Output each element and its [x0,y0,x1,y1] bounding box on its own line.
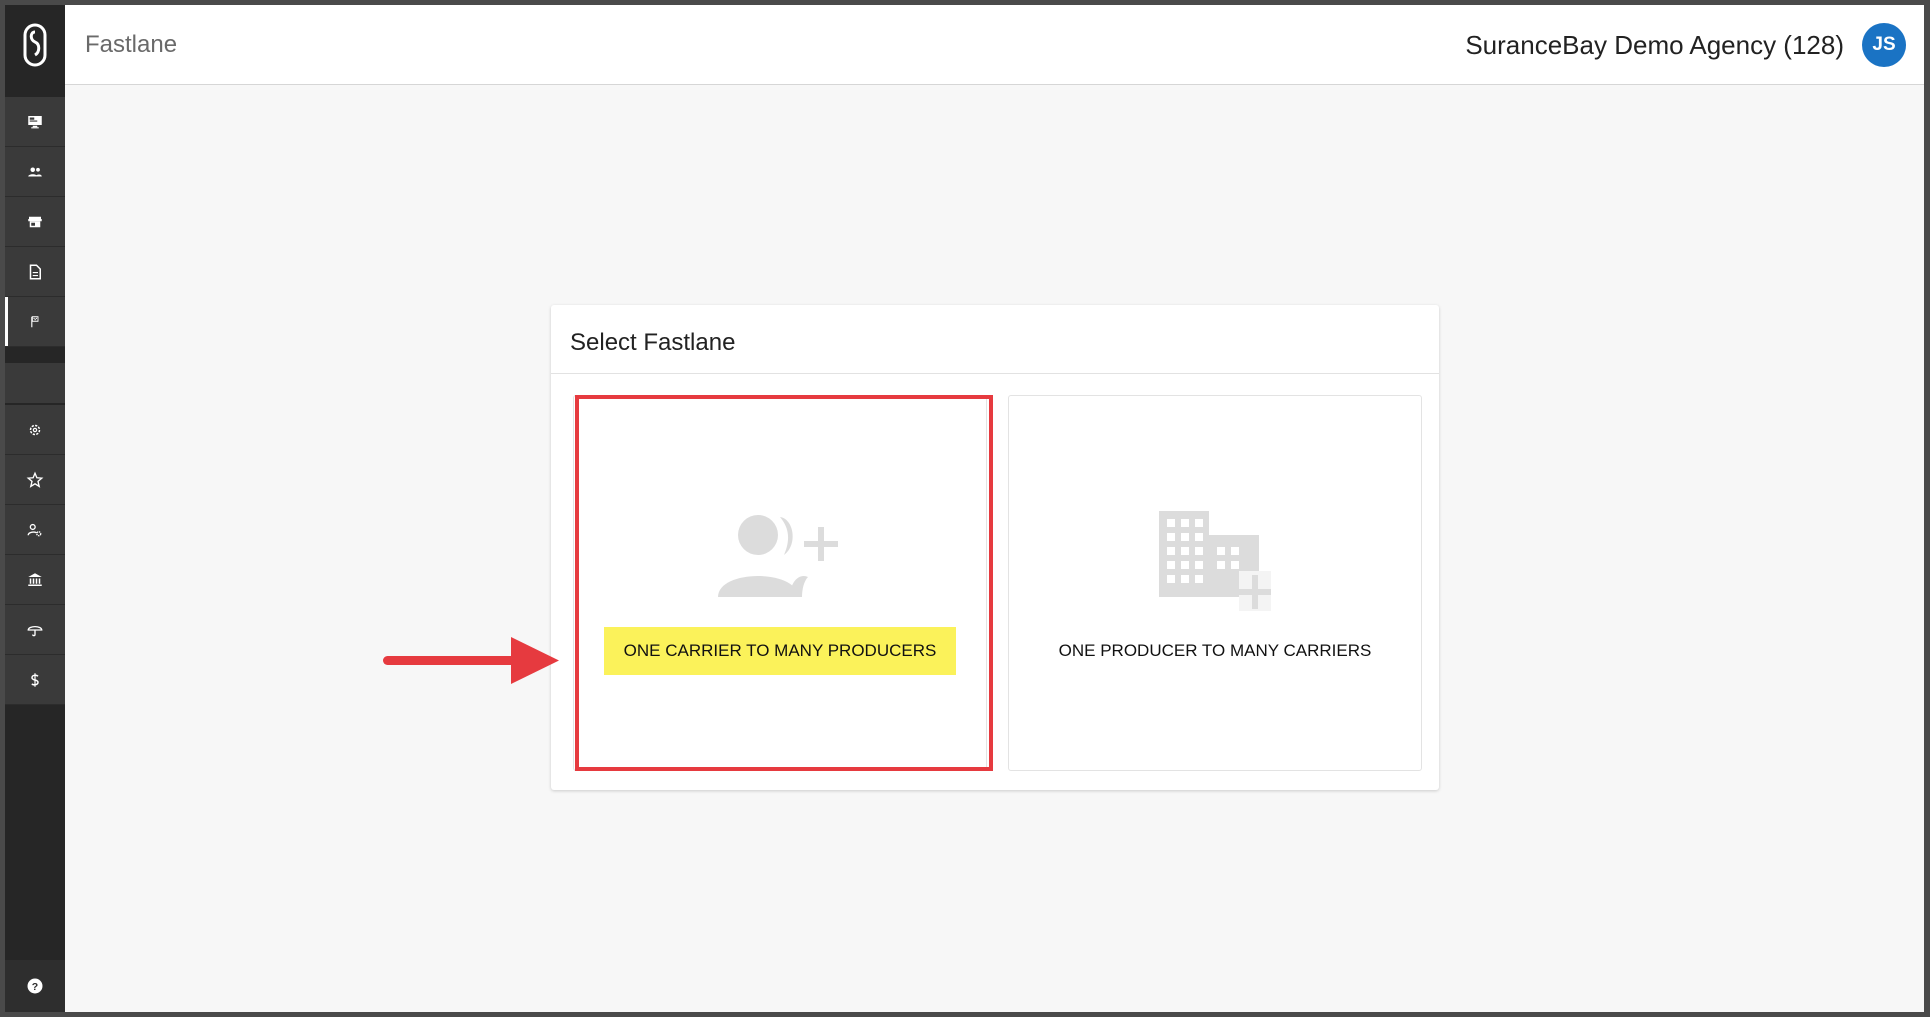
sidebar-item-store[interactable] [5,197,65,247]
agency-name[interactable]: SuranceBay Demo Agency (128) [1465,30,1844,61]
add-building-icon [1159,511,1272,616]
sidebar-nav-bottom [5,405,65,705]
svg-text:?: ? [32,981,38,993]
sidebar-item-documents[interactable] [5,247,65,297]
sidebar: ? [5,5,65,1012]
store-icon [28,216,42,227]
app-logo[interactable] [5,5,65,85]
dollar-icon [31,672,39,687]
sidebar-item-fastlane[interactable] [5,297,65,347]
flag-icon [31,315,39,327]
sidebar-item-user-settings[interactable] [5,505,65,555]
document-icon [29,264,41,279]
option-label-wrap: ONE CARRIER TO MANY PRODUCERS [574,627,986,675]
select-fastlane-card: Select Fastlane ONE CARRIER TO MANY PROD… [551,305,1439,790]
bank-icon [28,572,42,586]
sidebar-item-settings[interactable] [5,405,65,455]
add-people-icon [718,511,842,602]
option-label: ONE CARRIER TO MANY PRODUCERS [603,627,957,675]
avatar[interactable]: JS [1862,23,1906,67]
annotation-arrow-icon [381,635,561,690]
sidebar-item-insurance[interactable] [5,605,65,655]
top-header: Fastlane SuranceBay Demo Agency (128) JS [65,5,1924,85]
umbrella-icon [27,625,43,636]
sidebar-item-commissions[interactable] [5,655,65,705]
sidebar-item-dashboard[interactable] [5,97,65,147]
sidebar-item-favorites[interactable] [5,455,65,505]
card-title: Select Fastlane [570,329,736,356]
dashboard-icon [28,115,42,128]
option-one-producer-to-many-carriers[interactable]: ONE PRODUCER TO MANY CARRIERS [1008,395,1422,771]
page-title: Fastlane [85,31,178,58]
gear-icon [29,424,41,435]
help-icon: ? [27,978,43,994]
sidebar-item-people[interactable] [5,147,65,197]
sidebar-nav-top [5,97,65,347]
sidebar-item-institutions[interactable] [5,555,65,605]
help-button[interactable]: ? [5,960,65,1012]
star-icon [26,470,44,488]
card-divider [551,373,1439,374]
sidebar-divider [5,363,65,403]
people-icon [28,167,42,176]
logo-icon [23,23,47,67]
user-settings-icon [27,523,42,536]
option-one-carrier-to-many-producers[interactable]: ONE CARRIER TO MANY PRODUCERS [573,395,987,771]
option-label: ONE PRODUCER TO MANY CARRIERS [1058,641,1372,660]
app-frame: ? Fastlane SuranceBay Demo Agency (128) … [5,5,1924,1012]
